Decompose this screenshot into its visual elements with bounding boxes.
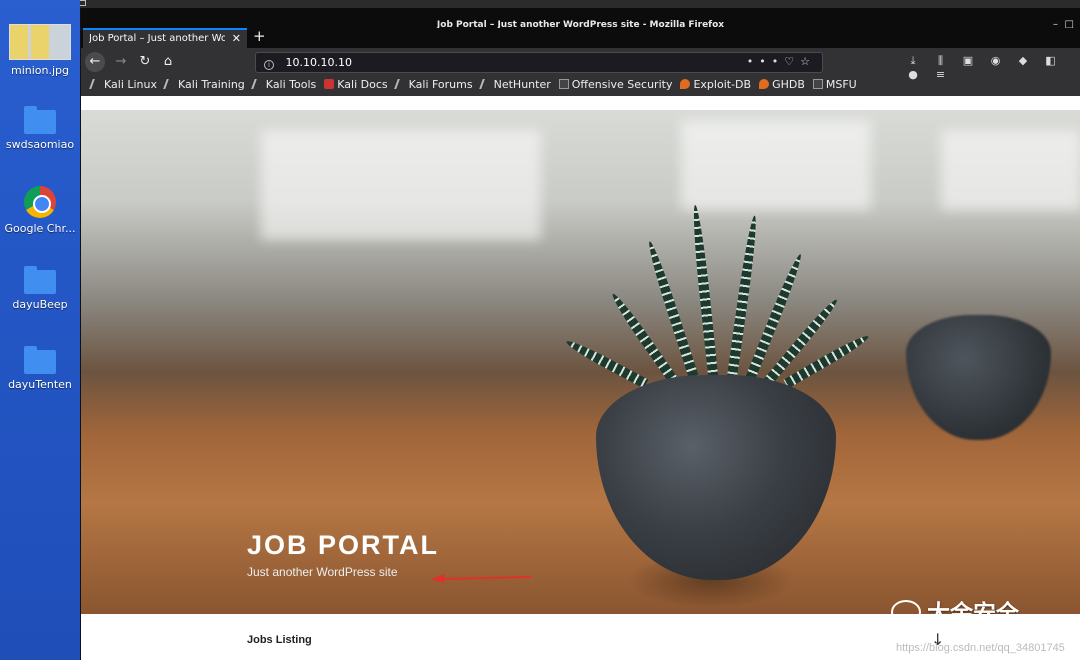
folder-icon xyxy=(24,266,56,294)
desktop-icon-label: Google Chr... xyxy=(4,222,76,235)
bookmark-label: Kali Forums xyxy=(408,78,473,91)
desktop-icon-swdsaomiao[interactable]: swdsaomiao xyxy=(4,106,76,151)
bookmark-orange-icon xyxy=(680,79,691,89)
desktop-top-panel xyxy=(0,0,1080,8)
background-plant-pot xyxy=(906,315,1051,440)
navigation-toolbar: ← → ↻ ⌂ i 10.10.10.10 •••♡☆ ⤓ ⫼ ▣ ◉ ◆ ◧ … xyxy=(81,48,1080,81)
bookmark-item[interactable]: MSFU xyxy=(812,78,857,91)
plant-leaf xyxy=(564,337,649,389)
bookmark-item[interactable]: Kali Forums xyxy=(393,78,473,91)
section-heading: Jobs Listing xyxy=(247,634,312,646)
bookmark-label: Kali Docs xyxy=(337,78,388,91)
bookmark-label: GHDB xyxy=(772,78,805,91)
desktop-icon-dayubeep[interactable]: dayuBeep xyxy=(4,266,76,311)
sidebar-icon[interactable]: ▣ xyxy=(956,54,980,67)
bookmark-item[interactable]: Offensive Security xyxy=(558,78,673,91)
tab-strip: Job Portal – Just another Wo ✕ + xyxy=(81,27,1080,48)
folder-icon xyxy=(24,106,56,134)
bookmark-red-icon xyxy=(324,79,335,89)
extension-cookie-icon[interactable]: ● xyxy=(901,68,925,81)
plant-pot xyxy=(596,375,836,580)
account-icon[interactable]: ◉ xyxy=(984,54,1008,67)
close-tab-icon[interactable]: ✕ xyxy=(232,32,241,45)
annotation-arrow xyxy=(431,574,531,583)
new-tab-icon[interactable]: + xyxy=(253,27,266,45)
bookmark-orange-icon xyxy=(759,79,770,89)
wechat-logo-icon xyxy=(891,600,921,614)
plant-leaf xyxy=(690,204,719,385)
downloads-icon[interactable]: ⤓ xyxy=(901,54,925,68)
menu-hamburger-icon[interactable]: ≡ xyxy=(929,68,953,81)
forward-arrow-icon[interactable]: → xyxy=(111,52,131,72)
desktop-icon-dayutenten[interactable]: dayuTenten xyxy=(4,346,76,391)
desktop: minion.jpg swdsaomiao Google Chr... dayu… xyxy=(0,0,80,660)
site-title[interactable]: JOB PORTAL xyxy=(247,530,439,561)
reload-icon[interactable]: ↻ xyxy=(135,52,155,72)
bookmark-item[interactable]: GHDB xyxy=(759,78,805,91)
bookmark-label: Kali Training xyxy=(178,78,245,91)
bookmark-kali-icon xyxy=(478,79,493,89)
extension-fox-icon[interactable]: ◆ xyxy=(1011,54,1035,67)
watermark: 大余安全 xyxy=(891,594,1019,614)
background-window xyxy=(261,130,541,240)
background-window xyxy=(941,130,1080,210)
url-text[interactable]: 10.10.10.10 xyxy=(286,56,352,69)
bookmark-item[interactable]: Kali Linux xyxy=(89,78,158,91)
home-icon[interactable]: ⌂ xyxy=(158,52,178,72)
bookmark-kali-icon xyxy=(89,79,103,89)
bookmark-kali-icon xyxy=(393,79,408,89)
tab-job-portal[interactable]: Job Portal – Just another Wo ✕ xyxy=(83,28,247,48)
bookmark-item[interactable]: Exploit-DB xyxy=(680,78,751,91)
watermark-text: 大余安全 xyxy=(927,601,1019,614)
bookmark-item[interactable]: Kali Docs xyxy=(324,78,388,91)
toolbar-icons: ⤓ ⫼ ▣ ◉ ◆ ◧ ● ≡ xyxy=(901,54,1080,81)
extension-translate-icon[interactable]: ◧ xyxy=(1039,54,1063,67)
bookmark-label: NetHunter xyxy=(493,78,551,91)
pocket-icon[interactable]: ♡ xyxy=(784,55,800,68)
bookmark-star-icon[interactable]: ☆ xyxy=(800,55,816,68)
firefox-window: Job Portal – Just another WordPress site… xyxy=(80,8,1080,660)
bookmark-label: Offensive Security xyxy=(571,78,673,91)
folder-icon xyxy=(24,346,56,374)
bookmark-item[interactable]: Kali Tools xyxy=(250,78,317,91)
background-window xyxy=(681,120,871,210)
desktop-icon-google-chrome[interactable]: Google Chr... xyxy=(4,186,76,235)
site-tagline: Just another WordPress site xyxy=(247,565,398,579)
back-arrow-icon[interactable]: ← xyxy=(85,52,105,72)
bookmark-kali-icon xyxy=(163,79,177,89)
plant-leaf xyxy=(644,239,701,386)
bookmark-label: Kali Linux xyxy=(104,78,158,91)
bookmark-dark-icon xyxy=(812,79,823,89)
hero-header-image: JOB PORTAL Just another WordPress site 大… xyxy=(81,110,1080,614)
bookmark-item[interactable]: NetHunter xyxy=(478,78,551,91)
chrome-icon xyxy=(24,186,56,218)
bookmark-dark-icon xyxy=(558,79,569,89)
bookmark-label: Kali Tools xyxy=(265,78,317,91)
site-info-icon[interactable]: i xyxy=(264,60,274,70)
page-actions: •••♡☆ xyxy=(747,55,816,68)
desktop-icon-label: minion.jpg xyxy=(10,64,70,77)
desktop-icon-label: dayuTenten xyxy=(8,378,72,391)
desktop-icon-minion[interactable]: minion.jpg xyxy=(4,24,76,77)
address-bar[interactable]: i 10.10.10.10 •••♡☆ xyxy=(255,52,823,73)
page-actions-menu-icon[interactable]: ••• xyxy=(747,55,784,68)
library-icon[interactable]: ⫼ xyxy=(929,54,953,68)
desktop-icon-label: swdsaomiao xyxy=(5,138,75,151)
bookmark-kali-icon xyxy=(250,79,265,89)
source-url-watermark: https://blog.csdn.net/qq_34801745 xyxy=(896,642,1065,654)
image-thumbnail-icon xyxy=(9,24,71,60)
desktop-icon-label: dayuBeep xyxy=(12,298,68,311)
bookmark-label: Exploit-DB xyxy=(693,78,752,91)
bookmark-item[interactable]: Kali Training xyxy=(163,78,245,91)
page-content: Jobs Listing ↓ https://blog.csdn.net/qq_… xyxy=(81,614,1080,660)
tab-title: Job Portal – Just another Wo xyxy=(89,33,225,44)
bookmark-label: MSFU xyxy=(825,78,857,91)
